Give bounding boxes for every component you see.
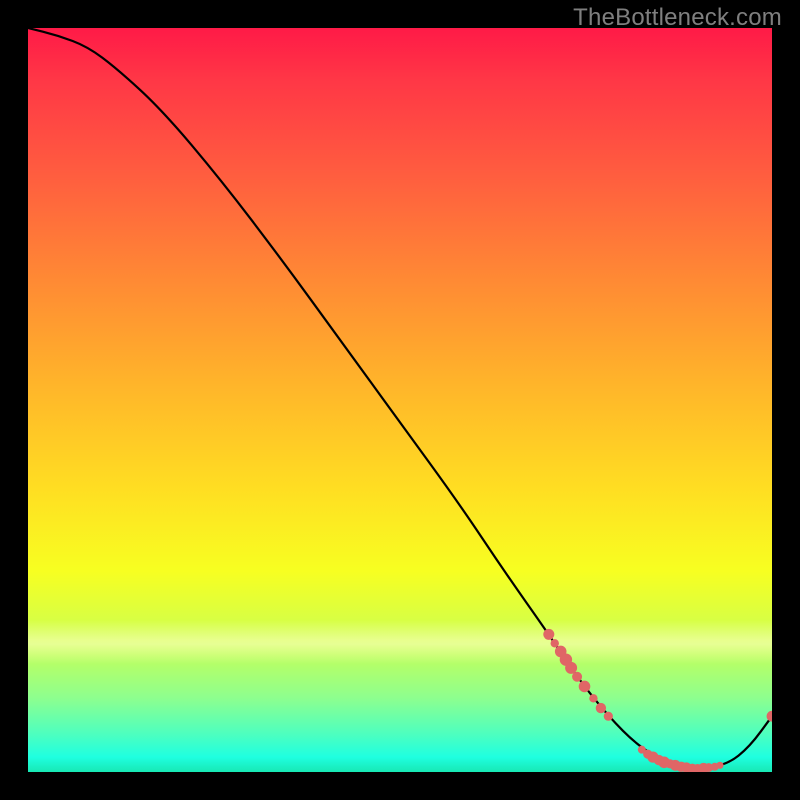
plot-area <box>28 28 772 772</box>
watermark-text: TheBottleneck.com <box>573 4 782 32</box>
chart-frame: TheBottleneck.com <box>0 0 800 800</box>
